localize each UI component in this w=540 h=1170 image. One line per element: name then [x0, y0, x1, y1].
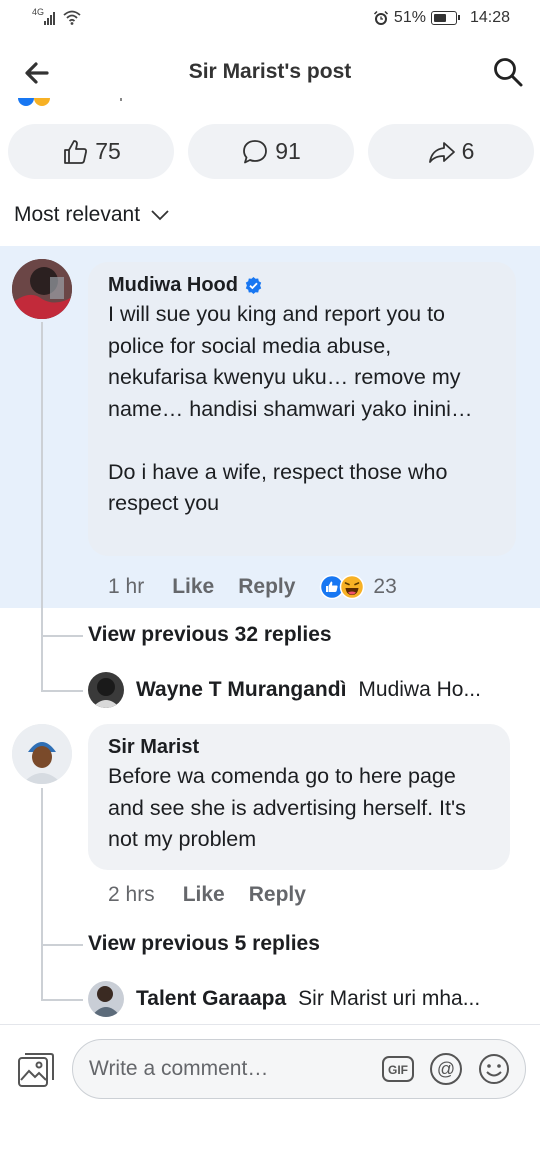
svg-text:GIF: GIF: [388, 1063, 408, 1077]
search-icon[interactable]: [492, 56, 524, 88]
gif-icon: GIF: [382, 1056, 414, 1082]
verified-badge-icon: [245, 277, 262, 294]
haha-reaction-icon: [340, 574, 365, 600]
comment-time[interactable]: 2 hrs: [108, 883, 155, 907]
photo-gallery-icon[interactable]: [17, 1052, 55, 1090]
alarm-icon: [373, 10, 388, 25]
comment-input[interactable]: Write a comment… GIF @: [72, 1039, 526, 1099]
status-bar: 4G 51% 14:28: [0, 0, 540, 38]
view-previous-replies[interactable]: View previous 5 replies: [88, 932, 320, 956]
like-count: 75: [95, 138, 121, 164]
mention-icon: @: [430, 1053, 462, 1085]
wifi-icon: [63, 10, 81, 25]
view-previous-replies[interactable]: View previous 32 replies: [88, 623, 332, 647]
reply-author: Wayne T Murangandì: [136, 678, 347, 701]
comment-author[interactable]: Sir Marist: [108, 736, 199, 759]
battery-percent: 51%: [393, 9, 426, 26]
reply-author: Talent Garaapa: [136, 987, 287, 1010]
comment-count: 91: [275, 138, 301, 164]
post-actions: 75 91 6: [8, 124, 534, 180]
avatar[interactable]: [12, 259, 72, 319]
comment-bubble[interactable]: Sir Marist Before wa comenda go to here …: [88, 724, 510, 870]
battery-icon: [430, 11, 460, 25]
emoji-icon: [479, 1054, 509, 1084]
mention-button[interactable]: @: [429, 1052, 463, 1086]
comment-reply-button[interactable]: Reply: [238, 575, 295, 599]
comment-bubble[interactable]: Mudiwa Hood I will sue you king and repo…: [88, 262, 516, 556]
latest-reply[interactable]: Wayne T Murangandì Mudiwa Ho...: [88, 672, 481, 708]
sort-dropdown[interactable]: Most relevant: [14, 203, 170, 227]
gif-button[interactable]: GIF: [381, 1052, 415, 1086]
comment-meta: 2 hrs Like Reply: [108, 883, 330, 907]
chevron-down-icon: [151, 210, 169, 221]
comment-reply-button[interactable]: Reply: [249, 883, 306, 907]
reply-snippet: Sir Marist uri mha...: [298, 987, 481, 1010]
comment-time[interactable]: 1 hr: [108, 575, 144, 599]
comment-reactions[interactable]: [319, 574, 365, 600]
thread-line: [41, 788, 43, 1000]
signal-icon: [44, 12, 55, 25]
comment-icon: [243, 139, 268, 163]
share-icon: [428, 141, 455, 163]
latest-reply[interactable]: Talent Garaapa Sir Marist uri mha...: [88, 981, 480, 1017]
thread-branch: [41, 999, 83, 1001]
reaction-summary-partial: [18, 98, 122, 106]
network-type: 4G: [32, 7, 45, 17]
comment-button[interactable]: 91: [188, 124, 354, 179]
sort-label: Most relevant: [14, 203, 141, 226]
thumbs-up-icon: [64, 139, 88, 164]
comment-text: Before wa comenda go to here page and se…: [108, 764, 472, 851]
comment-like-button[interactable]: Like: [183, 883, 225, 907]
page-title: Sir Marist's post: [188, 60, 352, 83]
svg-text:@: @: [437, 1059, 455, 1079]
thread-branch: [41, 690, 83, 692]
header: Sir Marist's post: [0, 44, 540, 104]
share-button[interactable]: 6: [368, 124, 534, 179]
like-button[interactable]: 75: [8, 124, 174, 179]
avatar: [88, 672, 124, 708]
comment-like-button[interactable]: Like: [172, 575, 214, 599]
thread-branch: [41, 944, 83, 946]
comment-meta: 1 hr Like Reply 23: [108, 574, 397, 600]
clock: 14:28: [469, 9, 510, 26]
avatar[interactable]: [12, 724, 72, 784]
share-count: 6: [461, 138, 475, 164]
reply-snippet: Mudiwa Ho...: [358, 678, 481, 701]
thread-branch: [41, 635, 83, 637]
avatar: [88, 981, 124, 1017]
comment-author[interactable]: Mudiwa Hood: [108, 274, 238, 297]
comment-text: I will sue you king and report you to po…: [108, 302, 473, 515]
comment-composer: Write a comment… GIF @: [0, 1024, 540, 1124]
highlighted-comment: Mudiwa Hood I will sue you king and repo…: [0, 246, 540, 608]
reaction-count: 23: [373, 575, 397, 598]
comment-placeholder: Write a comment…: [89, 1057, 269, 1080]
emoji-button[interactable]: [477, 1052, 511, 1086]
